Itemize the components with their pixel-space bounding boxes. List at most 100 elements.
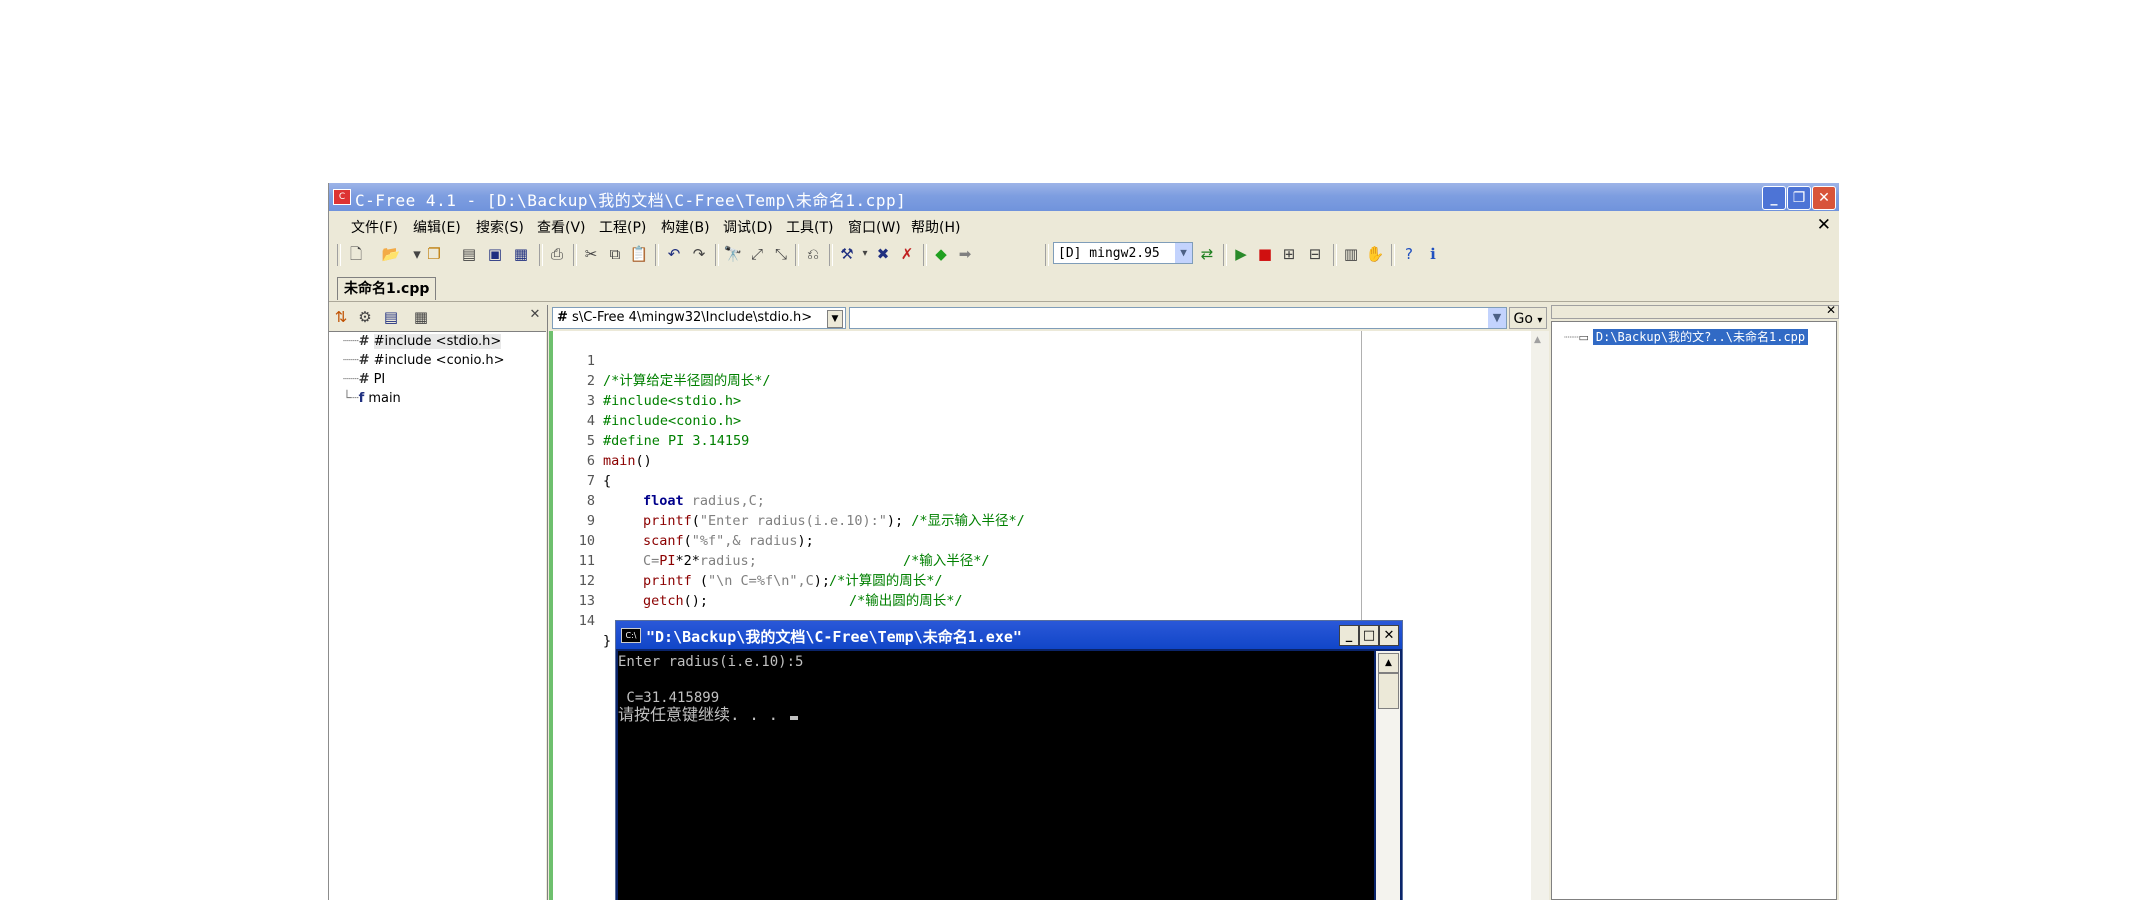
close-panel-icon[interactable]: ✕ (1826, 303, 1836, 317)
save-icon[interactable]: ▣ (485, 244, 505, 264)
compiler-settings-icon[interactable]: ⇄ (1197, 244, 1217, 264)
project-panel: ✕ ┈┈▭ D:\Backup\我的文?..\未命名1.cpp (1551, 303, 1839, 900)
console-title-bar[interactable]: C:\ "D:\Backup\我的文档\C-Free\Temp\未命名1.exe… (616, 621, 1402, 649)
code-text: } (603, 633, 612, 649)
replace-icon[interactable]: ⎌ (803, 244, 823, 264)
cfree-app-icon[interactable]: C (333, 189, 351, 205)
close-button[interactable]: ✕ (1812, 186, 1836, 210)
console-prompt: 请按任意键继续. . . (618, 705, 788, 724)
save-all-icon[interactable]: ▦ (511, 244, 531, 264)
about-icon[interactable]: ℹ (1423, 244, 1443, 264)
forward-icon[interactable]: ➡ (955, 244, 975, 264)
paste-icon[interactable]: 📋 (629, 244, 649, 264)
class-view-icon[interactable]: ▦ (411, 307, 431, 327)
code-line: 5 main() (553, 411, 652, 469)
list-view-icon[interactable]: ▤ (381, 307, 401, 327)
code-comment: /*计算圆的周长*/ (829, 573, 943, 589)
line-number: 14 (578, 613, 595, 629)
toolbar-separator (1223, 244, 1227, 266)
find-icon[interactable]: 🔭 (723, 244, 743, 264)
code-line: 10 C=PI*2*radius; /*计算圆的周长*/ (553, 511, 943, 589)
find-next-icon[interactable]: ⤡ (771, 244, 791, 264)
code-text: (); (683, 593, 709, 609)
toolbar-separator (1045, 244, 1049, 266)
new-file-icon[interactable]: 🗋 (346, 244, 366, 264)
menu-tools[interactable]: 工具(T) (786, 217, 833, 237)
tree-item-pi[interactable]: ┈┈# PI (343, 372, 385, 387)
editor-scrollbar[interactable]: ▲ (1531, 331, 1549, 900)
restore-button[interactable]: ❐ (1787, 186, 1811, 210)
step-icon[interactable]: ⊟ (1305, 244, 1325, 264)
compile-icon[interactable]: ⚒ (837, 244, 857, 264)
compile-dropdown-icon[interactable]: ▾ (855, 244, 875, 264)
undo-icon[interactable]: ↶ (664, 244, 684, 264)
stop-icon[interactable]: ■ (1255, 244, 1275, 264)
console-minimize-button[interactable]: _ (1339, 625, 1359, 646)
console-close-button[interactable]: ✕ (1379, 625, 1399, 646)
console-scrollbar[interactable]: ▲ (1376, 651, 1400, 900)
save-as-icon[interactable]: ▤ (459, 244, 479, 264)
chevron-down-icon: ▾ (1537, 315, 1543, 326)
project-file-item[interactable]: ┈┈▭ D:\Backup\我的文?..\未命名1.cpp (1564, 328, 1809, 345)
scroll-up-icon[interactable]: ▲ (1378, 653, 1399, 673)
menu-search[interactable]: 搜索(S) (476, 217, 524, 237)
menu-file[interactable]: 文件(F) (351, 217, 398, 237)
filter-icon[interactable]: ⚙ (355, 307, 375, 327)
bookmark-icon[interactable]: ▥ (1341, 244, 1361, 264)
redo-icon[interactable]: ↷ (689, 244, 709, 264)
tab-untitled1-cpp[interactable]: 未命名1.cpp (337, 277, 437, 300)
menu-view[interactable]: 查看(V) (537, 217, 586, 237)
code-line: 7 float radius,C; (553, 451, 765, 509)
code-text: #define PI 3.14159 (603, 433, 750, 449)
menu-build[interactable]: 构建(B) (661, 217, 710, 237)
go-button[interactable]: Go ▾ (1509, 307, 1547, 329)
chevron-down-icon[interactable]: ▼ (1488, 308, 1506, 328)
close-icon[interactable]: ❐ (424, 244, 444, 264)
scrollbar-thumb[interactable] (1378, 673, 1399, 709)
menu-edit[interactable]: 编辑(E) (413, 217, 461, 237)
cut-icon[interactable]: ✂ (581, 244, 601, 264)
console-icon: C:\ (621, 628, 641, 643)
menu-help[interactable]: 帮助(H) (911, 217, 960, 237)
code-text: #include<conio.h> (603, 413, 742, 429)
back-icon[interactable]: ◆ (931, 244, 951, 264)
code-text: C= (643, 553, 660, 569)
compiler-select-value: [D] mingw2.95 (1058, 246, 1160, 261)
scroll-up-icon[interactable]: ▲ (1534, 335, 1541, 345)
chevron-down-icon[interactable]: ▼ (827, 310, 843, 328)
toolbar-separator (715, 244, 719, 266)
tree-item-main[interactable]: └┈f main (343, 391, 401, 406)
help-icon[interactable]: ? (1399, 244, 1419, 264)
find-prev-icon[interactable]: ⤢ (747, 244, 767, 264)
toolbar-separator (539, 244, 543, 266)
chevron-down-icon[interactable]: ▼ (1175, 243, 1192, 263)
build-icon[interactable]: ✖ (873, 244, 893, 264)
tree-item-include-conio[interactable]: ┈┈# #include <conio.h> (343, 353, 505, 368)
menu-project[interactable]: 工程(P) (599, 217, 646, 237)
function-combo[interactable]: ▼ (849, 307, 1507, 329)
tree-item-include-stdio[interactable]: ┈┈# #include <stdio.h> (343, 334, 502, 349)
console-maximize-button[interactable]: □ (1359, 625, 1379, 646)
rebuild-icon[interactable]: ✗ (897, 244, 917, 264)
code-comment: /*输入半径*/ (903, 553, 990, 569)
menu-window[interactable]: 窗口(W) (848, 217, 901, 237)
compiler-select[interactable]: [D] mingw2.95 ▼ (1053, 242, 1193, 264)
print-icon[interactable]: ⎙ (547, 244, 567, 264)
minimize-button[interactable]: _ (1762, 186, 1786, 210)
sort-icon[interactable]: ⇅ (331, 307, 351, 327)
define-icon: # (557, 310, 568, 325)
title-bar[interactable]: C C-Free 4.1 - [D:\Backup\我的文档\C-Free\Te… (329, 183, 1839, 211)
console-output[interactable]: Enter radius(i.e.10):5 C=31.415899 请按任意键… (618, 651, 1374, 900)
console-window[interactable]: C:\ "D:\Backup\我的文档\C-Free\Temp\未命名1.exe… (615, 620, 1403, 900)
copy-icon[interactable]: ⧉ (605, 244, 625, 264)
include-file-combo[interactable]: # s\C-Free 4\mingw32\Include\stdio.h> ▼ (552, 307, 846, 329)
code-line: 2 #include<stdio.h> (553, 351, 741, 409)
open-icon[interactable]: 📂 (381, 244, 401, 264)
close-document-icon[interactable]: ✕ (1817, 215, 1831, 235)
debug-icon[interactable]: ⊞ (1279, 244, 1299, 264)
close-panel-icon[interactable]: ✕ (525, 305, 545, 325)
go-label: Go (1513, 311, 1533, 327)
run-icon[interactable]: ▶ (1231, 244, 1251, 264)
menu-debug[interactable]: 调试(D) (723, 217, 773, 237)
hand-icon[interactable]: ✋ (1365, 244, 1385, 264)
